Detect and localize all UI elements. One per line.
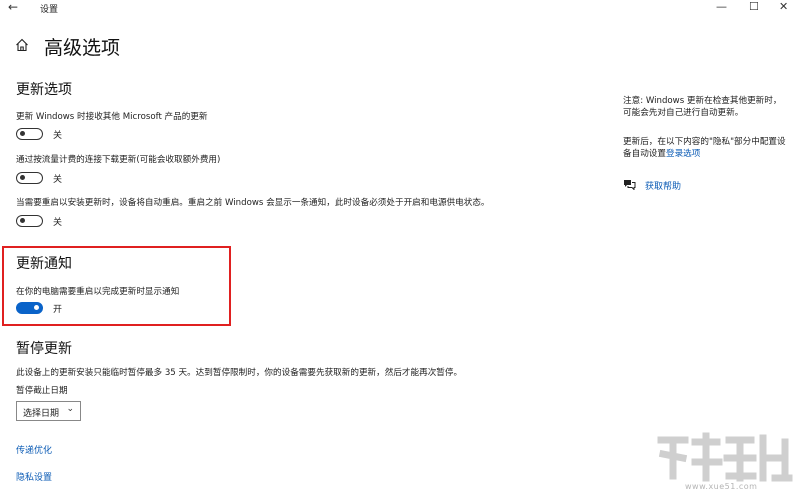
- minimize-button[interactable]: —: [716, 0, 727, 14]
- toggle-restart-notification[interactable]: [16, 302, 43, 314]
- get-help-link[interactable]: 获取帮助: [645, 179, 681, 192]
- delivery-optimization-link[interactable]: 传递优化: [16, 443, 52, 456]
- toggle-other-products[interactable]: [16, 128, 43, 140]
- close-button[interactable]: ✕: [779, 0, 788, 14]
- watermark-text: www.xue51.com: [685, 482, 758, 491]
- chevron-down-icon: ⌄: [66, 404, 74, 414]
- toggle-state-label: 开: [53, 305, 63, 315]
- toggle-knob: [20, 131, 25, 136]
- section-title-pause-updates: 暂停更新: [16, 341, 72, 357]
- home-icon[interactable]: [15, 38, 29, 52]
- toggle-knob: [20, 175, 25, 180]
- pause-date-label: 暂停截止日期: [16, 386, 68, 396]
- maximize-button[interactable]: ☐: [749, 0, 759, 14]
- option-label-other-products: 更新 Windows 时接收其他 Microsoft 产品的更新: [16, 112, 208, 122]
- pause-description: 此设备上的更新安装只能临时暂停最多 35 天。达到暂停限制时，你的设备需要先获取…: [16, 368, 463, 378]
- section-title-update-options: 更新选项: [16, 82, 72, 98]
- privacy-settings-link[interactable]: 隐私设置: [16, 470, 52, 483]
- toggle-auto-restart[interactable]: [16, 215, 43, 227]
- back-arrow-icon[interactable]: ←: [8, 0, 18, 14]
- chat-help-icon: [624, 180, 636, 190]
- toggle-metered-connection[interactable]: [16, 172, 43, 184]
- toggle-knob: [20, 218, 25, 223]
- toggle-state-label: 关: [53, 131, 63, 141]
- dropdown-value: 选择日期: [23, 409, 60, 419]
- pause-date-dropdown[interactable]: 选择日期 ⌄: [16, 401, 81, 421]
- toggle-knob: [34, 305, 39, 310]
- option-label-restart-notification: 在你的电脑需要重启以完成更新时显示通知: [16, 287, 180, 297]
- option-label-metered-connection: 通过按流量计费的连接下载更新(可能会收取额外费用): [16, 155, 221, 165]
- title-bar: ← 设置 — ☐ ✕: [0, 0, 796, 16]
- toggle-state-label: 关: [53, 175, 63, 185]
- toggle-state-label: 关: [53, 218, 63, 228]
- option-label-auto-restart: 当需要重启以安装更新时，设备将自动重启。重启之前 Windows 会显示一条通知…: [16, 198, 490, 208]
- sidebar-privacy-note: 更新后，在以下内容的"隐私"部分中配置设备自动设置登录选项: [623, 136, 788, 160]
- sign-in-options-link[interactable]: 登录选项: [666, 149, 700, 159]
- sidebar-privacy-text: 更新后，在以下内容的"隐私"部分中配置设备自动设置: [623, 137, 786, 159]
- section-title-update-notification: 更新通知: [16, 256, 72, 272]
- app-title: 设置: [40, 5, 59, 15]
- sidebar-note: 注意: Windows 更新在检查其他更新时，可能会先对自己进行自动更新。: [623, 96, 782, 118]
- page-title: 高级选项: [44, 37, 121, 59]
